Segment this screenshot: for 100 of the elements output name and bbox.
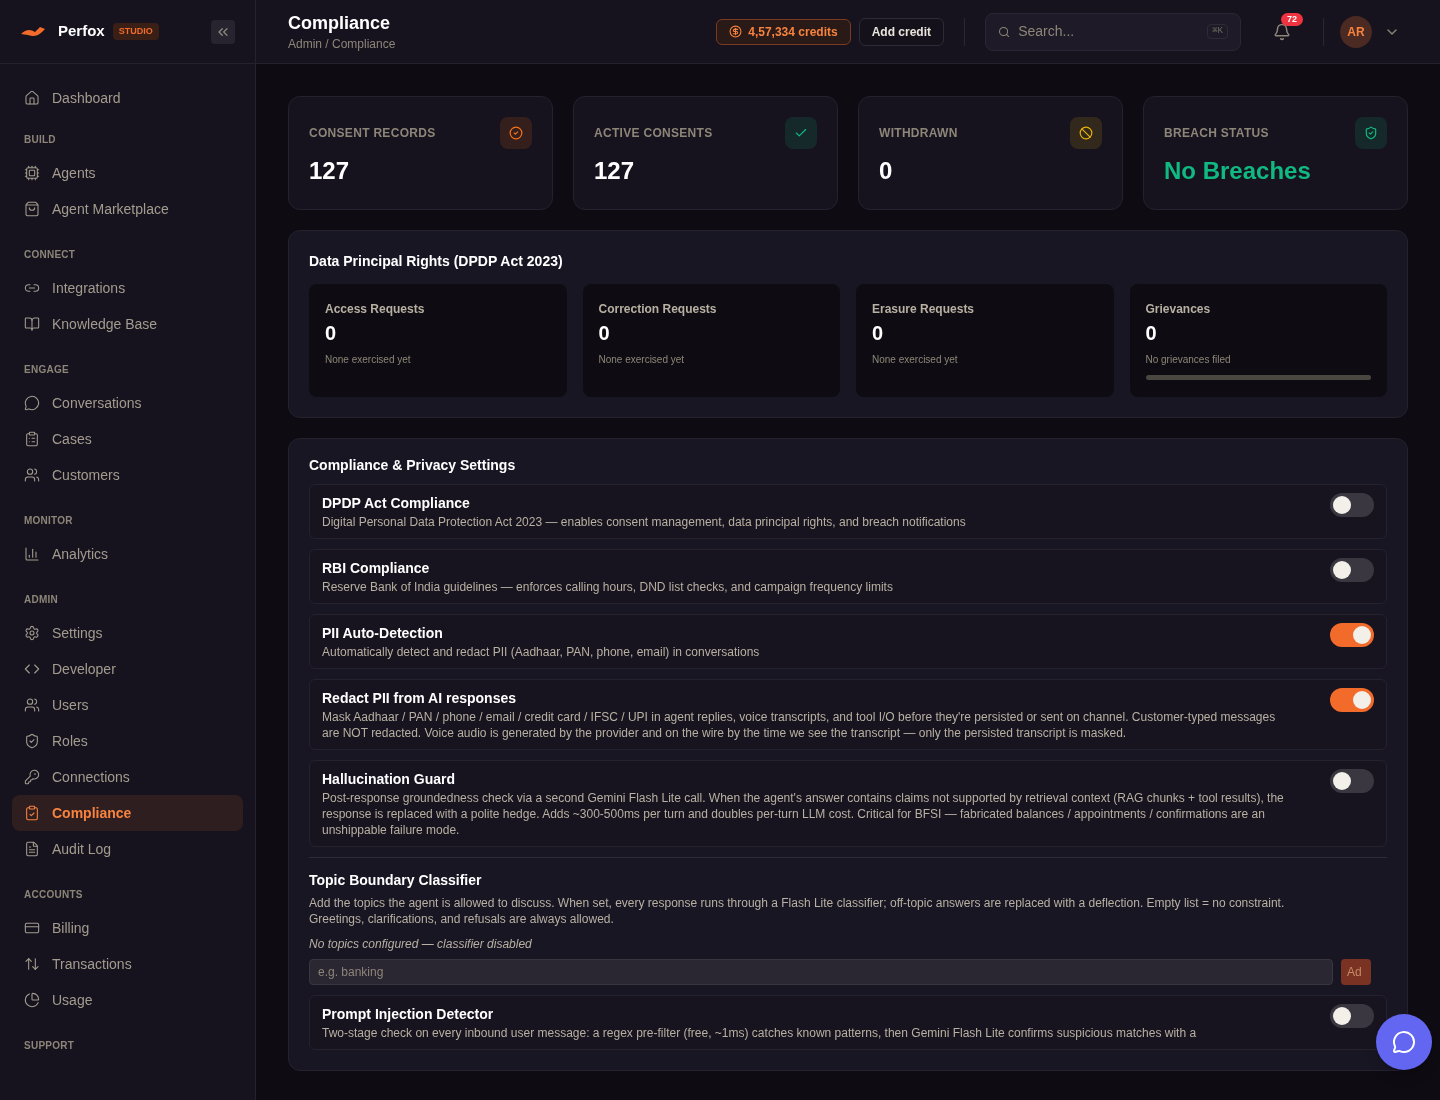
setting-description: Post-response groundedness check via a second Gemini Flash Lite call. When the agent's answer contains claims not supported by retrieval context (RAG chunks + tool results), the response is replaced with a polite hedge. Adds ~300-500ms per turn and doubles per-turn LLM cost. Critical for BFSI — fabricated balances / appointments / confirmations are an unshippable failure mode. [322,790,1285,838]
code-icon [24,661,40,677]
setting-title: DPDP Act Compliance [322,494,471,513]
setting-description: Mask Aadhaar / PAN / phone / email / credit card / IFSC / UPI in agent replies, voice transcripts, and tool I/O before they're persisted or sent on channel. Customer-typed messages are NOT redacted. Voice audio is generated by the provider and on the wire by the time we see the transcript — only the persisted transcript is masked. [322,709,1277,741]
search-input[interactable]: Search... [1018,21,1200,42]
sidebar-item[interactable]: Agent Marketplace [12,191,243,227]
sidebar-item[interactable]: Developer [12,651,243,687]
sidebar-item[interactable]: Customers [12,457,243,493]
breadcrumb: Admin / Compliance [288,35,396,53]
notification-bell-icon[interactable] [1273,22,1291,41]
brand-name: Perfox [58,21,105,42]
toggle-switch[interactable] [1330,493,1374,517]
sidebar-item[interactable]: Knowledge Base [12,306,243,342]
section-heading: CONNECT [23,248,77,262]
setting-title: RBI Compliance [322,559,431,578]
toggle-switch[interactable] [1330,623,1374,647]
clipboard-icon [24,431,40,447]
sidebar-item[interactable]: Billing [12,910,243,946]
setting-title: Topic Boundary Classifier [309,871,483,890]
setting-description: Automatically detect and redact PII (Aadhaar, PAN, phone, email) in conversations [322,644,761,660]
pie-chart-icon [24,992,40,1008]
avatar[interactable]: AR [1340,15,1372,48]
toggle-switch[interactable] [1330,1004,1374,1028]
chat-button[interactable] [1376,1014,1432,1070]
stat-value: 127 [594,156,636,186]
bag-icon [24,201,40,217]
rights-card-title: Access Requests [325,301,426,318]
topic-input-field[interactable]: e.g. banking [309,959,1333,985]
notification-count: 72 [1281,12,1303,26]
section-heading: ACCOUNTS [23,888,84,902]
page-title: Compliance [288,11,392,35]
shortcut-hint: ⌘K [1207,23,1228,40]
setting-description: Reserve Bank of India guidelines — enforces calling hours, DND list checks, and campaign frequency limits [322,579,894,595]
toggle-switch[interactable] [1330,688,1374,712]
sidebar-item[interactable]: Usage [12,982,243,1018]
add-credit-button[interactable]: Add credit [858,17,944,46]
rights-card-note: None exercised yet [872,353,959,367]
panel-title: Compliance & Privacy Settings [309,456,517,475]
rights-card-value: 0 [325,321,338,346]
sidebar-item[interactable]: Roles [12,723,243,759]
rights-card-note: None exercised yet [598,353,686,367]
chat-icon [24,395,40,411]
fox-logo-icon [20,24,46,39]
setting-title: Prompt Injection Detector [322,1005,495,1024]
check-circle-icon [509,126,523,140]
toggle-switch[interactable] [1330,769,1374,793]
sidebar-item[interactable]: Integrations [12,270,243,306]
stat-label: WITHDRAWN [879,125,958,142]
settings-icon [24,625,40,641]
shield-icon [24,733,40,749]
collapse-button[interactable] [211,19,235,44]
sidebar-item[interactable]: Compliance [12,795,243,831]
check-icon [794,126,808,140]
sidebar-item[interactable]: Cases [12,421,243,457]
bar-chart-icon [24,546,40,562]
sidebar-item[interactable]: Audit Log [12,831,243,867]
book-icon [24,316,40,332]
card-icon [24,920,40,936]
shield-check-icon [1364,126,1378,140]
sidebar-item[interactable]: Analytics [12,536,243,572]
classifier-status: No topics configured — classifier disabled [309,936,533,953]
section-heading: MONITOR [23,514,74,528]
setting-title: PII Auto-Detection [322,624,444,643]
chat-bubble-icon [1392,1030,1416,1054]
rights-card-value: 0 [598,321,611,346]
section-heading: SUPPORT [23,1039,76,1053]
stat-value: 0 [879,156,894,186]
section-heading: BUILD [23,133,57,147]
home-icon [24,90,40,106]
users-icon [24,467,40,483]
coin-icon [729,25,743,38]
sidebar-item[interactable]: Users [12,687,243,723]
rights-card-title: Erasure Requests [872,301,976,318]
sidebar-item[interactable]: Transactions [12,946,243,982]
sidebar-item[interactable]: Conversations [12,385,243,421]
studio-badge: STUDIO [112,22,159,41]
rights-card-note: No grievances filed [1145,353,1232,367]
setting-title: Redact PII from AI responses [322,689,517,708]
rights-card-value: 0 [872,321,885,346]
stat-label: CONSENT RECORDS [309,125,436,142]
stat-value: 127 [309,156,351,186]
users-icon [24,697,40,713]
clipboard-check-icon [24,805,40,821]
setting-description: Two-stage check on every inbound user message: a regex pre-filter (free, ~1ms) catches known patterns, then Gemini Flash Lite confirms suspicious matches with a [322,1025,1198,1041]
sidebar-item[interactable]: Dashboard [12,80,243,116]
rights-card-title: Grievances [1145,301,1212,318]
setting-title: Hallucination Guard [322,770,456,789]
stat-label: ACTIVE CONSENTS [594,125,713,142]
toggle-switch[interactable] [1330,558,1374,582]
sidebar-item[interactable]: Agents [12,155,243,191]
ban-icon [1079,126,1093,140]
rights-card-note: None exercised yet [325,353,412,367]
document-icon [24,841,40,857]
chip-icon [24,165,40,181]
sidebar-item[interactable]: Connections [12,759,243,795]
panel-title: Data Principal Rights (DPDP Act 2023) [309,252,564,271]
rights-card-value: 0 [1145,321,1158,346]
credits-badge: 4,57,334 credits [716,18,851,45]
sidebar-item[interactable]: Settings [12,615,243,651]
stat-label: BREACH STATUS [1164,125,1269,142]
